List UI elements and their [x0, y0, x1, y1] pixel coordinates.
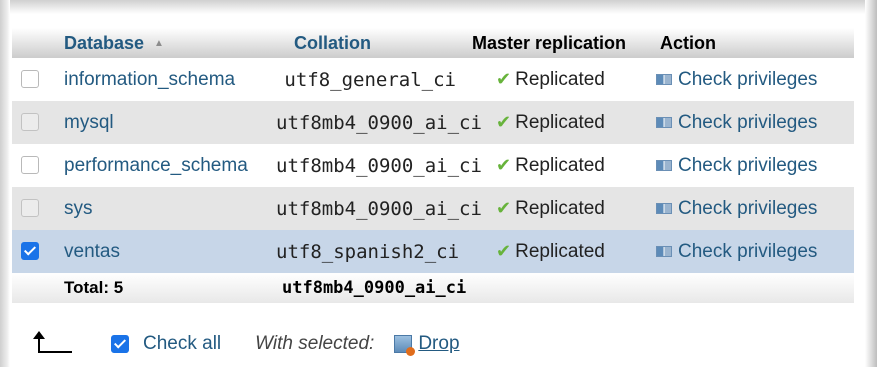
- database-link[interactable]: performance_schema: [64, 155, 248, 176]
- privileges-icon: [656, 73, 672, 85]
- privileges-icon: [656, 116, 672, 128]
- check-privileges-link[interactable]: Check privileges: [656, 241, 817, 262]
- sort-ascending-icon[interactable]: ▲: [154, 38, 164, 49]
- checkmark-icon: ✔: [496, 197, 512, 218]
- checkmark-icon: ✔: [496, 68, 512, 89]
- right-shadow: [865, 0, 877, 367]
- check-all-checkbox[interactable]: [111, 335, 129, 353]
- action-cell: Check privileges: [656, 144, 854, 187]
- replication-status: ✔ Replicated: [466, 58, 656, 101]
- check-privileges-label[interactable]: Check privileges: [678, 112, 817, 133]
- screenshot-frame: Database ▲ Collation Master replication A…: [0, 0, 877, 367]
- arrow-up-icon: [28, 331, 74, 355]
- table-header-row: Database ▲ Collation Master replication A…: [12, 28, 854, 58]
- header-checkbox-cell: [12, 28, 64, 58]
- table-row[interactable]: mysql utf8mb4_0900_ai_ci ✔ Replicated Che…: [12, 101, 854, 144]
- header-master-replication-label: Master replication: [472, 32, 627, 53]
- replication-label: Replicated: [515, 68, 605, 90]
- databases-table: Database ▲ Collation Master replication A…: [12, 28, 854, 303]
- database-link[interactable]: mysql: [64, 112, 114, 133]
- check-privileges-link[interactable]: Check privileges: [656, 198, 817, 219]
- replication-status: ✔ Replicated: [466, 230, 656, 273]
- row-checkbox[interactable]: [21, 70, 39, 89]
- collation-value: utf8_general_ci: [276, 58, 466, 101]
- table-row[interactable]: performance_schema utf8mb4_0900_ai_ci ✔ R…: [12, 144, 854, 187]
- left-shadow: [0, 0, 10, 367]
- check-privileges-label[interactable]: Check privileges: [678, 69, 817, 90]
- row-checkbox-checked[interactable]: [21, 242, 39, 261]
- row-checkbox[interactable]: [21, 199, 39, 218]
- table-row[interactable]: information_schema utf8_general_ci ✔ Repl…: [12, 58, 854, 101]
- check-privileges-link[interactable]: Check privileges: [656, 69, 817, 90]
- drop-label[interactable]: Drop: [418, 333, 459, 355]
- total-row: Total: 5 utf8mb4_0900_ai_ci: [12, 273, 854, 303]
- row-checkbox[interactable]: [21, 156, 39, 175]
- header-master-replication: Master replication: [466, 28, 656, 58]
- replication-label: Replicated: [515, 111, 605, 133]
- action-cell: Check privileges: [656, 58, 854, 101]
- action-cell: Check privileges: [656, 230, 854, 273]
- replication-label: Replicated: [515, 154, 605, 176]
- check-privileges-label[interactable]: Check privileges: [678, 155, 817, 176]
- bulk-actions-bar: Check all With selected: Drop: [28, 329, 628, 359]
- header-collation[interactable]: Collation: [276, 28, 466, 58]
- checkmark-icon: ✔: [496, 111, 512, 132]
- privileges-icon: [656, 202, 672, 214]
- privileges-icon: [656, 159, 672, 171]
- check-privileges-link[interactable]: Check privileges: [656, 112, 817, 133]
- replication-status: ✔ Replicated: [466, 101, 656, 144]
- check-privileges-link[interactable]: Check privileges: [656, 155, 817, 176]
- action-cell: Check privileges: [656, 187, 854, 230]
- database-link[interactable]: sys: [64, 198, 93, 219]
- header-collation-label[interactable]: Collation: [294, 33, 371, 53]
- drop-table-icon: [394, 335, 416, 356]
- check-all-control[interactable]: Check all: [111, 333, 221, 355]
- header-action-label: Action: [660, 32, 716, 53]
- drop-button[interactable]: Drop: [394, 333, 460, 356]
- database-link[interactable]: ventas: [64, 241, 120, 262]
- total-label: Total: 5: [64, 273, 276, 303]
- replication-label: Replicated: [515, 240, 605, 262]
- top-shadow: [0, 0, 877, 14]
- table-row[interactable]: sys utf8mb4_0900_ai_ci ✔ Replicated Check…: [12, 187, 854, 230]
- replication-status: ✔ Replicated: [466, 144, 656, 187]
- row-checkbox[interactable]: [21, 113, 39, 132]
- header-action: Action: [656, 28, 854, 58]
- table-row-selected[interactable]: ventas utf8_spanish2_ci ✔ Replicated Chec…: [12, 230, 854, 273]
- check-privileges-label[interactable]: Check privileges: [678, 198, 817, 219]
- collation-value: utf8mb4_0900_ai_ci: [276, 144, 482, 187]
- replication-status: ✔ Replicated: [466, 187, 656, 230]
- checkmark-icon: ✔: [496, 154, 512, 175]
- total-collation: utf8mb4_0900_ai_ci: [276, 273, 466, 303]
- header-database-label[interactable]: Database: [64, 33, 144, 53]
- action-cell: Check privileges: [656, 101, 854, 144]
- header-database[interactable]: Database ▲: [64, 28, 276, 58]
- replication-label: Replicated: [515, 197, 605, 219]
- collation-value: utf8mb4_0900_ai_ci: [276, 101, 482, 144]
- database-link[interactable]: information_schema: [64, 69, 235, 90]
- collation-value: utf8_spanish2_ci: [276, 230, 466, 273]
- checkmark-icon: ✔: [496, 240, 512, 261]
- privileges-icon: [656, 245, 672, 257]
- with-selected-label: With selected:: [255, 333, 375, 354]
- check-privileges-label[interactable]: Check privileges: [678, 241, 817, 262]
- check-all-label[interactable]: Check all: [143, 333, 221, 355]
- collation-value: utf8mb4_0900_ai_ci: [276, 187, 482, 230]
